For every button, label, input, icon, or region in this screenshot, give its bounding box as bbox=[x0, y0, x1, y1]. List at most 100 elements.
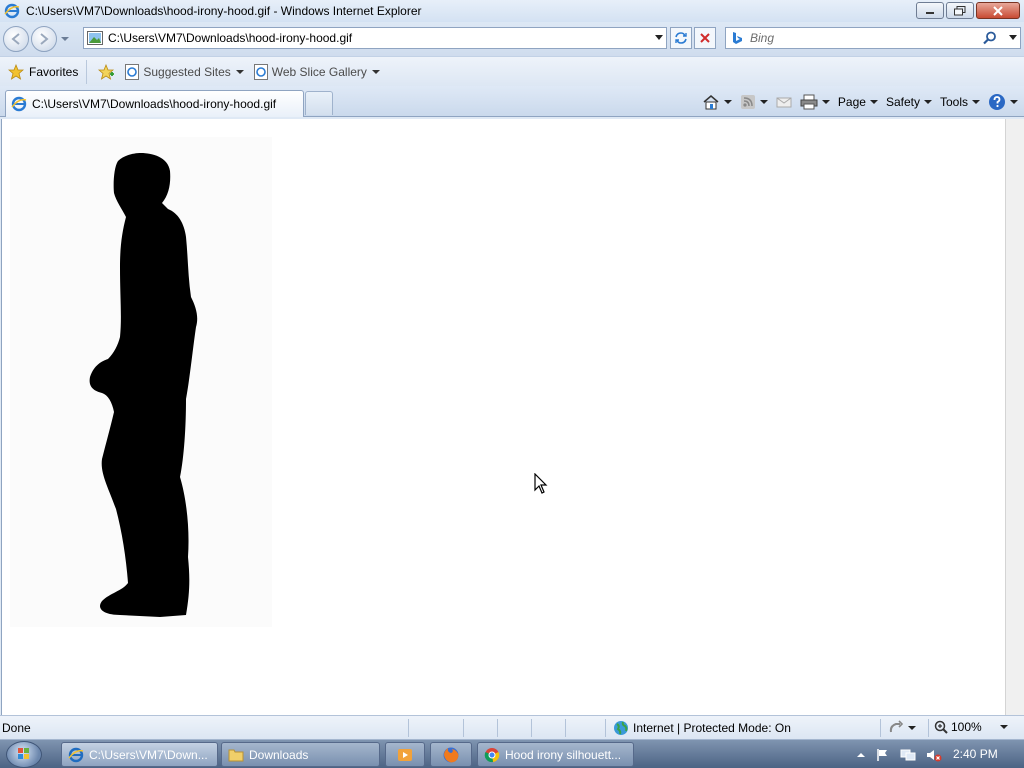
address-bar[interactable]: C:\Users\VM7\Downloads\hood-irony-hood.g… bbox=[83, 27, 667, 49]
stop-icon bbox=[700, 33, 710, 43]
chevron-down-icon bbox=[1009, 35, 1017, 40]
windows-logo-icon bbox=[18, 748, 29, 759]
tab-active[interactable]: C:\Users\VM7\Downloads\hood-irony-hood.g… bbox=[5, 90, 304, 117]
chevron-down-icon[interactable] bbox=[759, 100, 768, 104]
action-center-flag-icon[interactable] bbox=[876, 748, 890, 762]
navigation-bar: C:\Users\VM7\Downloads\hood-irony-hood.g… bbox=[0, 22, 1024, 56]
feeds-button[interactable] bbox=[740, 94, 768, 110]
compatibility-view-button[interactable] bbox=[670, 27, 692, 49]
page-content bbox=[1, 119, 1005, 715]
chevron-down-icon bbox=[869, 100, 878, 104]
favorites-button[interactable]: Favorites bbox=[8, 59, 88, 84]
home-button[interactable] bbox=[702, 94, 732, 110]
ie-page-icon bbox=[125, 63, 140, 80]
add-favorite-star-icon bbox=[98, 63, 115, 80]
address-url[interactable]: C:\Users\VM7\Downloads\hood-irony-hood.g… bbox=[108, 31, 652, 45]
system-clock[interactable]: 2:40 PM bbox=[953, 747, 998, 761]
page-menu[interactable]: Page bbox=[838, 95, 878, 109]
new-tab-button[interactable] bbox=[305, 91, 333, 115]
network-icon[interactable] bbox=[900, 748, 916, 762]
displayed-image bbox=[10, 137, 272, 627]
taskbar-item-internet-explorer[interactable]: C:\Users\VM7\Down... bbox=[61, 742, 218, 767]
mouse-cursor-icon bbox=[534, 473, 548, 494]
minimize-button[interactable] bbox=[916, 2, 944, 19]
security-zone[interactable]: Internet | Protected Mode: On bbox=[613, 720, 791, 736]
chevron-down-icon bbox=[923, 100, 932, 104]
suggested-sites-item[interactable]: Suggested Sites bbox=[125, 63, 244, 80]
close-button[interactable] bbox=[976, 2, 1020, 19]
chevron-down-icon bbox=[999, 725, 1008, 729]
web-slice-gallery-label: Web Slice Gallery bbox=[271, 64, 367, 79]
forward-arrow-icon bbox=[40, 33, 49, 45]
help-menu[interactable] bbox=[988, 93, 1018, 111]
stop-button[interactable] bbox=[694, 27, 716, 49]
folder-icon bbox=[228, 749, 244, 761]
title-bar: C:\Users\VM7\Downloads\hood-irony-hood.g… bbox=[0, 0, 1024, 22]
chevron-down-icon bbox=[655, 35, 663, 40]
mail-icon bbox=[776, 97, 792, 108]
refresh-icon bbox=[675, 32, 687, 44]
address-dropdown-button[interactable] bbox=[652, 28, 666, 48]
back-button[interactable] bbox=[3, 26, 29, 52]
chevron-down-icon bbox=[972, 100, 980, 104]
minimize-icon bbox=[926, 11, 934, 14]
man-silhouette-image bbox=[89, 153, 198, 617]
tab-label: C:\Users\VM7\Downloads\hood-irony-hood.g… bbox=[32, 97, 277, 111]
rss-feed-icon bbox=[740, 95, 755, 109]
search-icon bbox=[983, 31, 996, 45]
chevron-down-icon[interactable] bbox=[821, 100, 830, 104]
chevron-down-icon bbox=[1010, 100, 1018, 104]
search-button[interactable] bbox=[974, 28, 1006, 48]
security-zone-label: Internet | Protected Mode: On bbox=[633, 721, 791, 735]
command-bar: Page Safety Tools bbox=[694, 91, 1018, 113]
search-placeholder[interactable]: Bing bbox=[750, 31, 974, 45]
ie-page-icon bbox=[253, 63, 268, 80]
vertical-scrollbar[interactable] bbox=[1005, 119, 1024, 715]
firefox-icon bbox=[443, 747, 459, 762]
chevron-down-icon bbox=[235, 69, 244, 74]
internet-explorer-icon bbox=[4, 3, 20, 19]
zoom-level: 100% bbox=[951, 720, 982, 734]
zoom-icon bbox=[934, 720, 948, 734]
bing-icon bbox=[733, 32, 742, 44]
printer-icon bbox=[800, 94, 818, 110]
tab-bar: C:\Users\VM7\Downloads\hood-irony-hood.g… bbox=[0, 86, 1024, 117]
zoom-control[interactable]: 100% bbox=[934, 720, 1008, 734]
safety-menu-label: Safety bbox=[885, 95, 920, 109]
suggested-sites-label: Suggested Sites bbox=[143, 64, 231, 79]
window-title: C:\Users\VM7\Downloads\hood-irony-hood.g… bbox=[26, 4, 422, 18]
search-provider-dropdown[interactable] bbox=[1006, 28, 1020, 48]
taskbar-item-chrome[interactable]: Hood irony silhouett... bbox=[477, 742, 634, 767]
internet-explorer-icon bbox=[68, 747, 84, 762]
start-button[interactable] bbox=[6, 741, 42, 768]
recent-pages-dropdown-icon[interactable] bbox=[60, 34, 70, 44]
taskbar-item-firefox[interactable] bbox=[430, 742, 472, 767]
zone-settings-button[interactable] bbox=[888, 720, 916, 736]
taskbar-item-label: Hood irony silhouett... bbox=[505, 747, 622, 762]
page-menu-label: Page bbox=[837, 95, 866, 109]
print-button[interactable] bbox=[800, 94, 830, 110]
close-icon bbox=[993, 5, 1003, 16]
show-hidden-icons-icon[interactable] bbox=[856, 750, 866, 760]
chevron-down-icon bbox=[371, 69, 380, 74]
volume-muted-icon[interactable] bbox=[926, 748, 942, 762]
taskbar-item-downloads[interactable]: Downloads bbox=[221, 742, 380, 767]
restore-button[interactable] bbox=[946, 2, 974, 19]
globe-icon bbox=[614, 721, 628, 735]
favorites-bar: Favorites Suggested Sites Web Slice Gall… bbox=[0, 56, 1024, 86]
internet-explorer-icon bbox=[11, 96, 27, 112]
taskbar: C:\Users\VM7\Down... Downloads Hood iron… bbox=[0, 739, 1024, 768]
safety-menu[interactable]: Safety bbox=[886, 95, 932, 109]
search-box[interactable]: Bing bbox=[725, 27, 1021, 49]
status-bar: Done Internet | Protected Mode: On 100% bbox=[0, 715, 1024, 739]
web-slice-gallery-item[interactable]: Web Slice Gallery bbox=[253, 63, 380, 80]
read-mail-button[interactable] bbox=[776, 95, 792, 109]
taskbar-item-media-player[interactable] bbox=[385, 742, 425, 767]
home-icon bbox=[703, 95, 719, 110]
back-arrow-icon bbox=[11, 33, 20, 45]
add-to-favorites-bar-button[interactable] bbox=[97, 63, 115, 80]
tools-menu[interactable]: Tools bbox=[940, 95, 980, 109]
forward-button[interactable] bbox=[31, 26, 57, 52]
chevron-down-icon[interactable] bbox=[723, 100, 732, 104]
help-icon bbox=[989, 94, 1005, 110]
